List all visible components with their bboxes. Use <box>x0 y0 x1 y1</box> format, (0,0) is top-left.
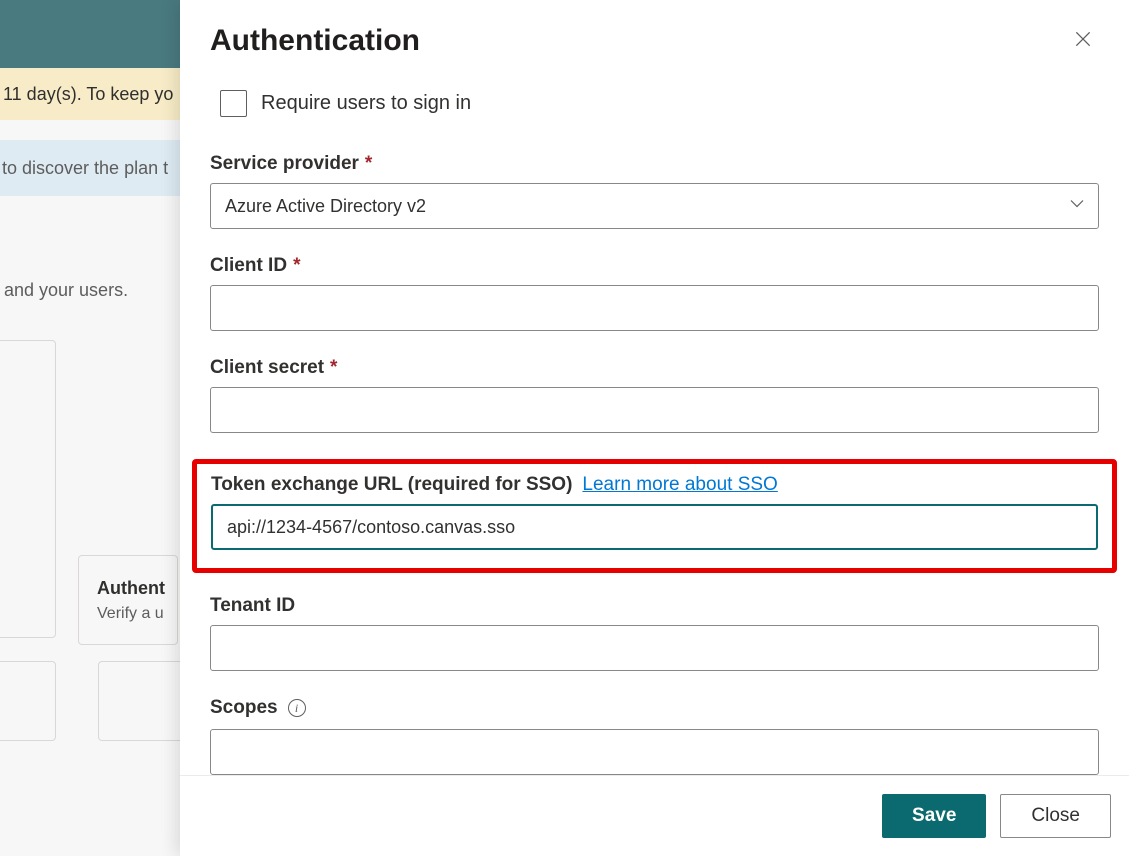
info-icon[interactable]: i <box>288 699 306 717</box>
client-id-label: Client ID <box>210 255 287 277</box>
close-footer-button[interactable]: Close <box>1000 794 1111 838</box>
save-button[interactable]: Save <box>882 794 986 838</box>
required-asterisk: * <box>365 153 372 175</box>
authentication-card: Authent Verify a u <box>78 555 178 645</box>
bg-card <box>98 661 184 741</box>
token-exchange-input[interactable] <box>211 504 1098 550</box>
panel-title: Authentication <box>210 24 420 58</box>
required-asterisk: * <box>293 255 300 277</box>
service-provider-select[interactable] <box>210 183 1099 229</box>
card-title: Authent <box>97 578 159 599</box>
require-signin-checkbox[interactable] <box>220 90 247 117</box>
tenant-id-label: Tenant ID <box>210 595 295 617</box>
authentication-panel: Authentication Require users to sign in … <box>180 0 1129 856</box>
bg-header-strip <box>0 0 180 68</box>
service-provider-label: Service provider <box>210 153 359 175</box>
bg-card <box>0 340 56 638</box>
scopes-label: Scopes <box>210 697 278 719</box>
card-desc: Verify a u <box>97 605 159 623</box>
tenant-id-input[interactable] <box>210 625 1099 671</box>
client-secret-input[interactable] <box>210 387 1099 433</box>
trial-banner: 11 day(s). To keep yo <box>0 68 180 120</box>
panel-footer: Save Close <box>180 775 1129 856</box>
discover-banner: to discover the plan t <box>0 140 180 196</box>
token-exchange-label: Token exchange URL (required for SSO) <box>211 474 572 496</box>
scopes-input[interactable] <box>210 729 1099 775</box>
required-asterisk: * <box>330 357 337 379</box>
bg-subtext: and your users. <box>4 280 128 301</box>
token-exchange-highlight: Token exchange URL (required for SSO) Le… <box>192 459 1117 573</box>
close-button[interactable] <box>1067 25 1099 57</box>
close-icon <box>1073 29 1093 54</box>
bg-card <box>0 661 56 741</box>
client-id-input[interactable] <box>210 285 1099 331</box>
learn-sso-link[interactable]: Learn more about SSO <box>582 474 777 496</box>
client-secret-label: Client secret <box>210 357 324 379</box>
require-signin-label: Require users to sign in <box>261 92 471 115</box>
